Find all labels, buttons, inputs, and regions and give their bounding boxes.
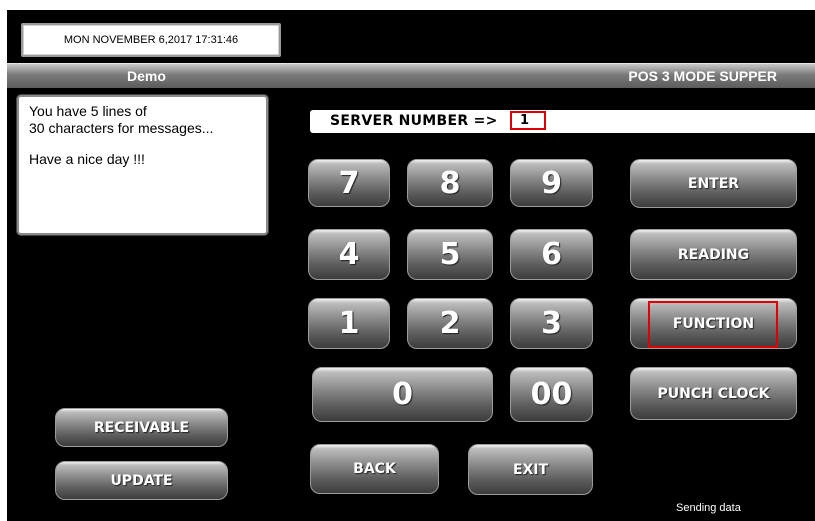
header-title: Demo bbox=[127, 68, 166, 84]
message-box: You have 5 lines of 30 characters for me… bbox=[17, 95, 268, 235]
pos-screen: MON NOVEMBER 6,2017 17:31:46 Demo POS 3 … bbox=[7, 10, 815, 521]
datetime-text: MON NOVEMBER 6,2017 17:31:46 bbox=[63, 34, 239, 46]
key-2-button[interactable]: 2 bbox=[407, 298, 493, 349]
server-number-label: SERVER NUMBER => bbox=[330, 113, 498, 129]
key-4-button[interactable]: 4 bbox=[308, 229, 390, 280]
key-7-button[interactable]: 7 bbox=[308, 159, 390, 207]
key-00-button[interactable]: 00 bbox=[510, 367, 593, 422]
receivable-button[interactable]: RECEIVABLE bbox=[55, 408, 228, 447]
back-button[interactable]: BACK bbox=[310, 444, 439, 494]
key-9-button[interactable]: 9 bbox=[510, 159, 593, 207]
key-3-button[interactable]: 3 bbox=[510, 298, 593, 349]
exit-button[interactable]: EXIT bbox=[468, 444, 593, 495]
key-5-button[interactable]: 5 bbox=[407, 229, 493, 280]
update-button[interactable]: UPDATE bbox=[55, 461, 228, 500]
enter-button[interactable]: ENTER bbox=[630, 159, 797, 208]
status-text: Sending data bbox=[676, 502, 741, 514]
message-line-2: 30 characters for messages... bbox=[29, 120, 214, 136]
server-number-value[interactable]: 1 bbox=[510, 111, 546, 130]
reading-button[interactable]: READING bbox=[630, 229, 797, 280]
punch-clock-button[interactable]: PUNCH CLOCK bbox=[630, 367, 797, 420]
key-6-button[interactable]: 6 bbox=[510, 229, 593, 280]
key-0-button[interactable]: 0 bbox=[312, 367, 493, 422]
message-line-3: Have a nice day !!! bbox=[29, 151, 145, 167]
header-mode: POS 3 MODE SUPPER bbox=[628, 68, 777, 84]
function-button[interactable]: FUNCTION bbox=[630, 298, 797, 349]
server-number-field: SERVER NUMBER => 1 bbox=[310, 110, 815, 133]
message-line-1: You have 5 lines of bbox=[29, 103, 147, 119]
key-1-button[interactable]: 1 bbox=[308, 298, 390, 349]
datetime-display: MON NOVEMBER 6,2017 17:31:46 bbox=[21, 23, 281, 57]
key-8-button[interactable]: 8 bbox=[407, 159, 493, 207]
header-bar: Demo POS 3 MODE SUPPER bbox=[7, 63, 815, 88]
